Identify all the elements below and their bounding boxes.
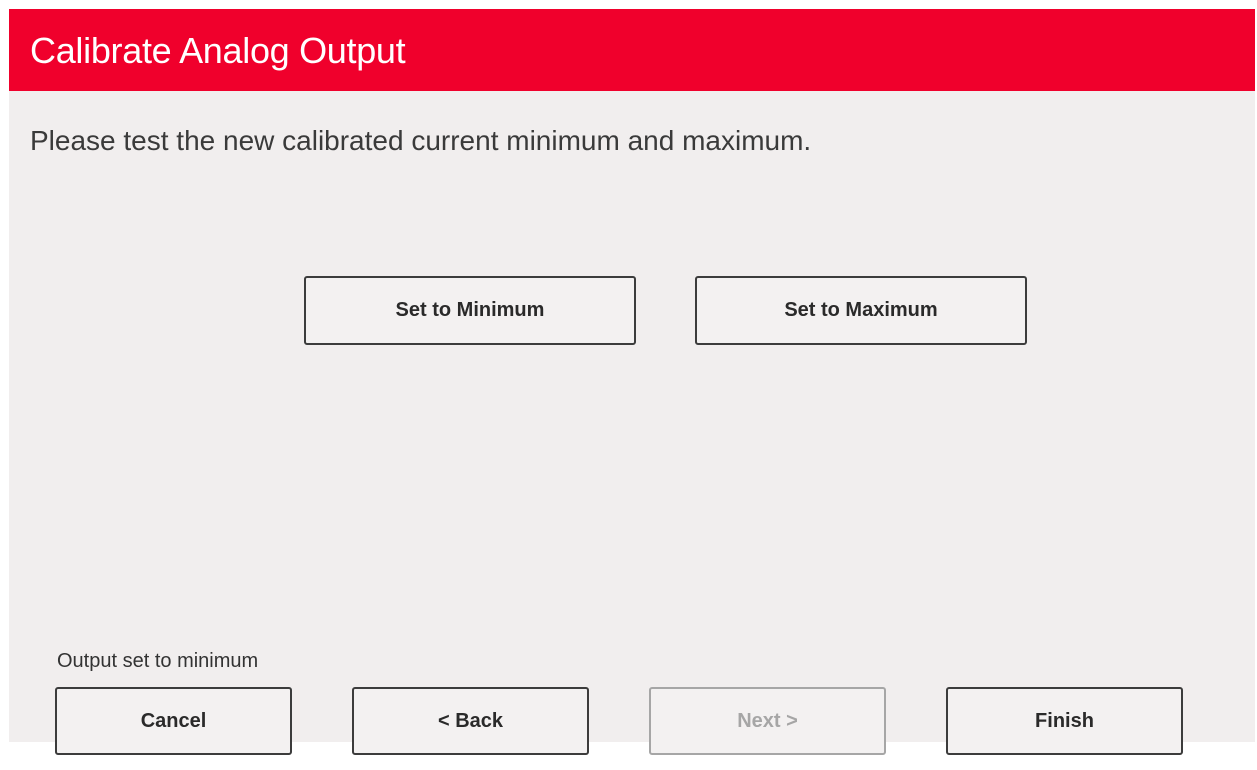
back-button[interactable]: < Back: [352, 687, 589, 755]
set-to-maximum-button[interactable]: Set to Maximum: [695, 276, 1027, 345]
cancel-button[interactable]: Cancel: [55, 687, 292, 755]
status-text: Output set to minimum: [57, 650, 259, 672]
title-bar: Calibrate Analog Output: [9, 9, 1255, 91]
next-button: Next >: [649, 687, 886, 755]
finish-button[interactable]: Finish: [946, 687, 1183, 755]
set-to-minimum-button[interactable]: Set to Minimum: [304, 276, 636, 345]
calibrate-dialog: Calibrate Analog Output Please test the …: [9, 9, 1255, 755]
instruction-text: Please test the new calibrated current m…: [30, 125, 812, 156]
dialog-title: Calibrate Analog Output: [30, 30, 406, 71]
